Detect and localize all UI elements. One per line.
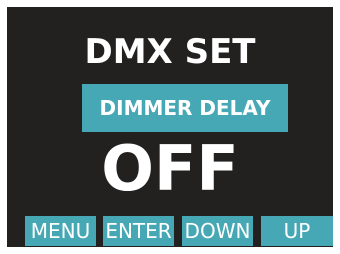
parameter-label: DIMMER DELAY [82, 84, 288, 132]
parameter-value: OFF [101, 132, 239, 205]
up-button[interactable]: UP [261, 216, 333, 246]
down-button[interactable]: DOWN [182, 216, 253, 246]
menu-button[interactable]: MENU [25, 216, 96, 246]
lcd-screen: DMX SET DIMMER DELAY OFF [7, 7, 333, 247]
enter-button[interactable]: ENTER [103, 216, 174, 246]
page-title: DMX SET [84, 32, 256, 72]
